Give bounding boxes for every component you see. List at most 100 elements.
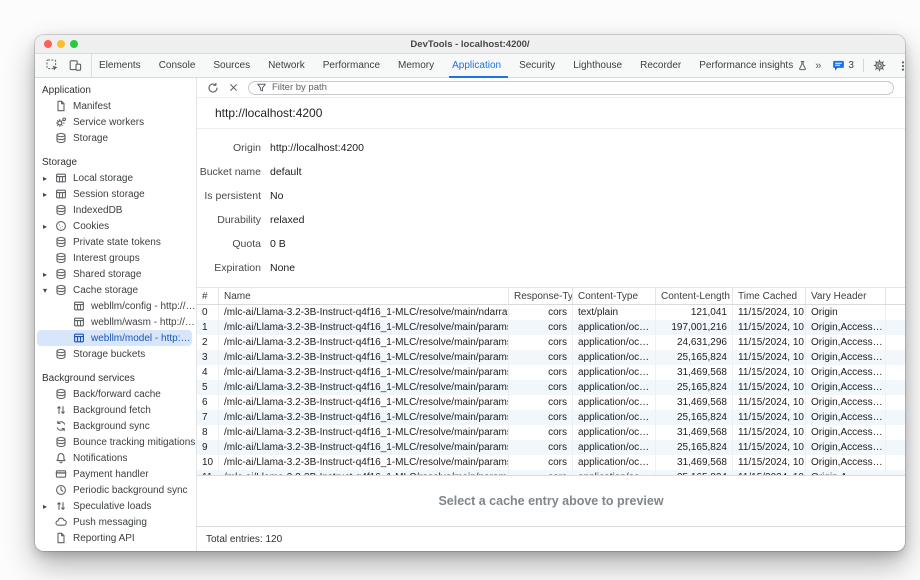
table-row[interactable]: 4 /mlc-ai/Llama-3.2-3B-Instruct-q4f16_1-… — [197, 365, 905, 380]
sidebar-item-label: IndexedDB — [73, 205, 122, 216]
cell-content-length: 25,165,824 — [656, 440, 733, 455]
cell-name: /mlc-ai/Llama-3.2-3B-Instruct-q4f16_1-ML… — [219, 365, 509, 380]
cell-response-type: cors — [509, 305, 573, 320]
disclosure-caret[interactable]: ▸ — [43, 502, 55, 511]
panel-tab[interactable]: Application — [445, 54, 512, 77]
panel-tab[interactable]: Network — [261, 54, 316, 77]
panel-tab[interactable]: Performance insights — [692, 54, 815, 77]
zoom-button[interactable] — [70, 40, 78, 48]
sidebar-item[interactable]: ▸ Local storage — [35, 170, 196, 186]
panel-tab[interactable]: Security — [512, 54, 566, 77]
filter-by-path-input[interactable] — [272, 82, 886, 93]
column-header-time-cached[interactable]: Time Cached — [733, 288, 806, 304]
table-row[interactable]: 8 /mlc-ai/Llama-3.2-3B-Instruct-q4f16_1-… — [197, 425, 905, 440]
cell-vary-header: Origin,Access… — [806, 395, 886, 410]
sidebar-item[interactable]: Periodic background sync — [35, 482, 196, 498]
sidebar-item[interactable]: ▸ Session storage — [35, 186, 196, 202]
panel-tab[interactable]: Memory — [391, 54, 445, 77]
database-icon — [55, 268, 67, 280]
sidebar-item[interactable]: ▾ Cache storage — [35, 282, 196, 298]
sidebar-item[interactable]: Private state tokens — [35, 234, 196, 250]
device-toolbar-icon[interactable] — [68, 59, 82, 73]
metadata-value: 0 B — [270, 238, 286, 250]
disclosure-caret[interactable]: ▾ — [43, 286, 55, 295]
table-icon — [55, 188, 67, 200]
tab-label: Network — [268, 60, 305, 71]
sidebar-item-label: Background fetch — [73, 405, 151, 416]
inspect-icon[interactable] — [45, 59, 59, 73]
sidebar-item[interactable]: Storage — [35, 130, 196, 146]
sidebar-item[interactable]: Payment handler — [35, 466, 196, 482]
cache-toolbar — [197, 78, 905, 98]
disclosure-caret[interactable]: ▸ — [43, 270, 55, 279]
cell-vary-header: Origin,Access… — [806, 410, 886, 425]
cache-entries-grid: # Name Response-Type Content-Type Conten… — [197, 287, 905, 475]
table-row[interactable]: 10 /mlc-ai/Llama-3.2-3B-Instruct-q4f16_1… — [197, 455, 905, 470]
sidebar-item[interactable]: ▸ Shared storage — [35, 266, 196, 282]
refresh-icon[interactable] — [206, 81, 219, 94]
cell-time-cached: 11/15/2024, 10… — [733, 320, 806, 335]
panel-tab[interactable]: Recorder — [633, 54, 692, 77]
sidebar-item[interactable]: Push messaging — [35, 514, 196, 530]
sidebar-item[interactable]: Storage buckets — [35, 346, 196, 362]
disclosure-caret[interactable]: ▸ — [43, 222, 55, 231]
panel-tab[interactable]: Console — [152, 54, 207, 77]
cell-time-cached: 11/15/2024, 10… — [733, 395, 806, 410]
origin-heading: http://localhost:4200 — [215, 106, 322, 120]
sidebar-item[interactable]: webllm/config - http://loc… — [35, 298, 196, 314]
sidebar-item-label: Reporting API — [73, 533, 135, 544]
cell-content-length: 31,469,568 — [656, 395, 733, 410]
table-row[interactable]: 3 /mlc-ai/Llama-3.2-3B-Instruct-q4f16_1-… — [197, 350, 905, 365]
window-title: DevTools - localhost:4200/ — [35, 39, 905, 50]
table-row[interactable]: 1 /mlc-ai/Llama-3.2-3B-Instruct-q4f16_1-… — [197, 320, 905, 335]
kebab-menu-icon[interactable] — [896, 59, 905, 73]
column-header-content-length[interactable]: Content-Length — [656, 288, 733, 304]
column-header-content-type[interactable]: Content-Type — [573, 288, 656, 304]
panel-tab[interactable]: Performance — [316, 54, 391, 77]
column-header-index[interactable]: # — [197, 288, 219, 304]
column-header-response-type[interactable]: Response-Type — [509, 288, 573, 304]
issues-counter[interactable]: 3 — [831, 59, 854, 73]
cell-time-cached: 11/15/2024, 10… — [733, 350, 806, 365]
sidebar-item[interactable]: IndexedDB — [35, 202, 196, 218]
table-row[interactable]: 6 /mlc-ai/Llama-3.2-3B-Instruct-q4f16_1-… — [197, 395, 905, 410]
sidebar-item[interactable]: Manifest — [35, 98, 196, 114]
sidebar-item[interactable]: Back/forward cache — [35, 386, 196, 402]
column-header-name[interactable]: Name — [219, 288, 509, 304]
disclosure-caret[interactable]: ▸ — [43, 190, 55, 199]
sidebar-item[interactable]: ▸ Cookies — [35, 218, 196, 234]
sidebar-item[interactable]: Background sync — [35, 418, 196, 434]
minimize-button[interactable] — [57, 40, 65, 48]
table-row[interactable]: 0 /mlc-ai/Llama-3.2-3B-Instruct-q4f16_1-… — [197, 305, 905, 320]
cell-index: 5 — [197, 380, 219, 395]
cell-content-type: text/plain — [573, 305, 656, 320]
table-row[interactable]: 9 /mlc-ai/Llama-3.2-3B-Instruct-q4f16_1-… — [197, 440, 905, 455]
sidebar-item[interactable]: Bounce tracking mitigations — [35, 434, 196, 450]
sidebar-item[interactable]: Reporting API — [35, 530, 196, 546]
metadata-value: http://localhost:4200 — [270, 142, 364, 154]
column-header-vary-header[interactable]: Vary Header — [806, 288, 886, 304]
updown-icon — [55, 404, 67, 416]
file-icon — [55, 532, 67, 544]
sidebar-item[interactable]: Notifications — [35, 450, 196, 466]
sidebar-item[interactable]: webllm/model - http://loc… — [37, 330, 192, 346]
panel-tab[interactable]: Lighthouse — [566, 54, 633, 77]
close-button[interactable] — [44, 40, 52, 48]
table-row[interactable]: 2 /mlc-ai/Llama-3.2-3B-Instruct-q4f16_1-… — [197, 335, 905, 350]
cell-content-length: 31,469,568 — [656, 425, 733, 440]
sidebar-item[interactable]: Service workers — [35, 114, 196, 130]
sidebar-item[interactable]: webllm/wasm - http://loca… — [35, 314, 196, 330]
sidebar-item[interactable]: Background fetch — [35, 402, 196, 418]
settings-gear-icon[interactable] — [873, 59, 887, 73]
clear-icon[interactable] — [227, 81, 240, 94]
disclosure-caret[interactable]: ▸ — [43, 174, 55, 183]
panel-tab[interactable]: Sources — [206, 54, 261, 77]
sidebar-item[interactable]: ▸ Speculative loads — [35, 498, 196, 514]
section-header: Background services — [35, 370, 196, 386]
table-row[interactable]: 5 /mlc-ai/Llama-3.2-3B-Instruct-q4f16_1-… — [197, 380, 905, 395]
cell-vary-header: Origin,Access… — [806, 425, 886, 440]
more-tabs-icon[interactable]: » — [815, 60, 822, 72]
panel-tab[interactable]: Elements — [92, 54, 152, 77]
table-row[interactable]: 7 /mlc-ai/Llama-3.2-3B-Instruct-q4f16_1-… — [197, 410, 905, 425]
sidebar-item[interactable]: Interest groups — [35, 250, 196, 266]
